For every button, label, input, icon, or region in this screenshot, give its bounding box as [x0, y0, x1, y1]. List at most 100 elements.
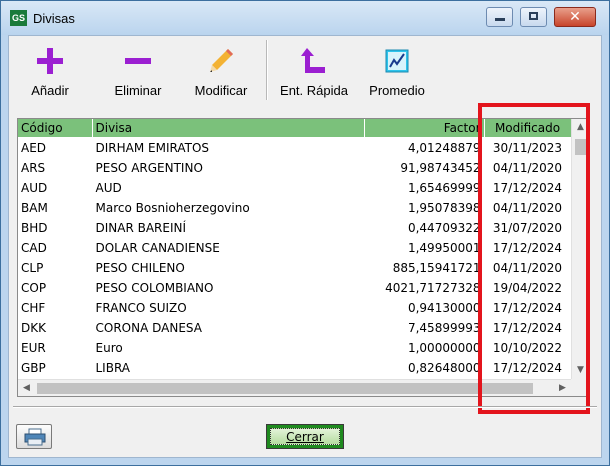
cell-modified[interactable]: 10/10/2022 [484, 338, 572, 358]
cell-factor[interactable]: 7,45899993 [364, 318, 485, 338]
cell-factor[interactable]: 0,82648000 [364, 358, 485, 378]
horizontal-scrollbar[interactable]: ◀ ▶ [18, 379, 571, 396]
table-row[interactable]: ARS PESO ARGENTINO 91,98743452 04/11/2020 [18, 158, 572, 178]
currency-table: Código Divisa Factor Modificado AED DIRHA… [18, 119, 572, 378]
close-button-label: Cerrar [286, 430, 324, 444]
cell-factor[interactable]: 1,00000000 [364, 338, 485, 358]
cell-modified[interactable]: 19/04/2022 [484, 278, 572, 298]
header-row: Código Divisa Factor Modificado [18, 119, 572, 138]
plus-icon [37, 48, 63, 74]
close-window-button[interactable]: ✕ [554, 7, 596, 27]
cell-code[interactable]: ARS [18, 158, 93, 178]
table-row[interactable]: CLP PESO CHILENO 885,15941721 04/11/2020 [18, 258, 572, 278]
scroll-left-icon[interactable]: ◀ [18, 380, 35, 396]
cell-modified[interactable]: 31/07/2020 [484, 218, 572, 238]
cell-name[interactable]: PESO ARGENTINO [92, 158, 365, 178]
cell-modified[interactable]: 30/11/2023 [484, 137, 572, 158]
table-row[interactable]: COP PESO COLOMBIANO 4021,71727328 19/04/202… [18, 278, 572, 298]
column-header-factor[interactable]: Factor [364, 119, 485, 138]
minimize-button[interactable] [486, 7, 513, 27]
cell-modified[interactable]: 17/12/2024 [484, 298, 572, 318]
cell-factor[interactable]: 0,44709322 [364, 218, 485, 238]
table-row[interactable]: CAD DOLAR CANADIENSE 1,49950001 17/12/2024 [18, 238, 572, 258]
cell-name[interactable]: Marco Bosnioherzegovino [92, 198, 365, 218]
cell-factor[interactable]: 1,95078398 [364, 198, 485, 218]
cell-factor[interactable]: 1,49950001 [364, 238, 485, 258]
cell-factor[interactable]: 4,01248879 [364, 137, 485, 158]
cell-code[interactable]: COP [18, 278, 93, 298]
cell-code[interactable]: CHF [18, 298, 93, 318]
scroll-down-icon[interactable]: ▼ [572, 362, 588, 379]
cell-code[interactable]: AUD [18, 178, 93, 198]
cell-name[interactable]: DIRHAM EMIRATOS [92, 137, 365, 158]
table-row[interactable]: AUD AUD 1,65469999 17/12/2024 [18, 178, 572, 198]
add-button[interactable]: Añadir [17, 36, 83, 104]
modify-button[interactable]: Modificar [185, 36, 257, 104]
quick-entry-button-label: Ent. Rápida [280, 83, 348, 98]
cell-name[interactable]: Euro [92, 338, 365, 358]
modify-button-label: Modificar [194, 83, 248, 98]
toolbar: Añadir Eliminar Modificar Ent. Rápida Pr… [9, 36, 601, 104]
cell-code[interactable]: EUR [18, 338, 93, 358]
vertical-scrollbar[interactable]: ▲ ▼ [571, 119, 588, 379]
minimize-icon [495, 18, 505, 21]
cell-modified[interactable]: 17/12/2024 [484, 178, 572, 198]
table-row[interactable]: BAM Marco Bosnioherzegovino 1,95078398 04/1… [18, 198, 572, 218]
cell-name[interactable]: DINAR BAREINÍ [92, 218, 365, 238]
cell-modified[interactable]: 17/12/2024 [484, 358, 572, 378]
cell-name[interactable]: AUD [92, 178, 365, 198]
cell-modified[interactable]: 04/11/2020 [484, 258, 572, 278]
cell-code[interactable]: CAD [18, 238, 93, 258]
cell-modified[interactable]: 17/12/2024 [484, 318, 572, 338]
cell-factor[interactable]: 885,15941721 [364, 258, 485, 278]
currency-grid[interactable]: Código Divisa Factor Modificado AED DIRHA… [17, 118, 589, 397]
cell-modified[interactable]: 17/12/2024 [484, 238, 572, 258]
app-icon: GS [10, 10, 27, 26]
delete-button[interactable]: Eliminar [103, 36, 173, 104]
scroll-right-icon[interactable]: ▶ [554, 380, 571, 396]
table-row[interactable]: AED DIRHAM EMIRATOS 4,01248879 30/11/2023 [18, 137, 572, 158]
title-bar[interactable]: GS Divisas ✕ [1, 1, 609, 35]
average-button[interactable]: Promedio [359, 36, 435, 104]
cell-name[interactable]: PESO COLOMBIANO [92, 278, 365, 298]
table-row[interactable]: GBP LIBRA 0,82648000 17/12/2024 [18, 358, 572, 378]
pencil-icon [210, 49, 233, 72]
average-button-label: Promedio [369, 83, 425, 98]
maximize-button[interactable] [520, 7, 547, 27]
print-button[interactable] [16, 424, 52, 449]
cell-name[interactable]: FRANCO SUIZO [92, 298, 365, 318]
horizontal-scroll-thumb[interactable] [37, 383, 533, 394]
cell-code[interactable]: BHD [18, 218, 93, 238]
table-row[interactable]: EUR Euro 1,00000000 10/10/2022 [18, 338, 572, 358]
column-header-code[interactable]: Código [18, 119, 93, 138]
cell-name[interactable]: PESO CHILENO [92, 258, 365, 278]
cell-modified[interactable]: 04/11/2020 [484, 198, 572, 218]
table-row[interactable]: DKK CORONA DANESA 7,45899993 17/12/2024 [18, 318, 572, 338]
window-title: Divisas [33, 11, 75, 26]
vertical-scroll-thumb[interactable] [575, 139, 586, 155]
quick-entry-button[interactable]: Ent. Rápida [273, 36, 355, 104]
quick-entry-arrow-icon [301, 48, 325, 73]
cell-name[interactable]: CORONA DANESA [92, 318, 365, 338]
table-row[interactable]: CHF FRANCO SUIZO 0,94130000 17/12/2024 [18, 298, 572, 318]
cell-factor[interactable]: 0,94130000 [364, 298, 485, 318]
cell-code[interactable]: AED [18, 137, 93, 158]
footer-divider [13, 406, 597, 408]
cell-code[interactable]: DKK [18, 318, 93, 338]
cell-factor[interactable]: 1,65469999 [364, 178, 485, 198]
cell-name[interactable]: DOLAR CANADIENSE [92, 238, 365, 258]
table-row[interactable]: BHD DINAR BAREINÍ 0,44709322 31/07/2020 [18, 218, 572, 238]
close-button[interactable]: Cerrar [266, 424, 344, 449]
client-area: Añadir Eliminar Modificar Ent. Rápida Pr… [8, 35, 602, 458]
cell-modified[interactable]: 04/11/2020 [484, 158, 572, 178]
scroll-up-icon[interactable]: ▲ [572, 119, 588, 136]
cell-factor[interactable]: 4021,71727328 [364, 278, 485, 298]
column-header-modified[interactable]: Modificado [484, 119, 572, 138]
cell-code[interactable]: BAM [18, 198, 93, 218]
column-header-currency[interactable]: Divisa [92, 119, 365, 138]
cell-factor[interactable]: 91,98743452 [364, 158, 485, 178]
cell-name[interactable]: LIBRA [92, 358, 365, 378]
chart-line-icon [385, 49, 409, 73]
cell-code[interactable]: CLP [18, 258, 93, 278]
cell-code[interactable]: GBP [18, 358, 93, 378]
